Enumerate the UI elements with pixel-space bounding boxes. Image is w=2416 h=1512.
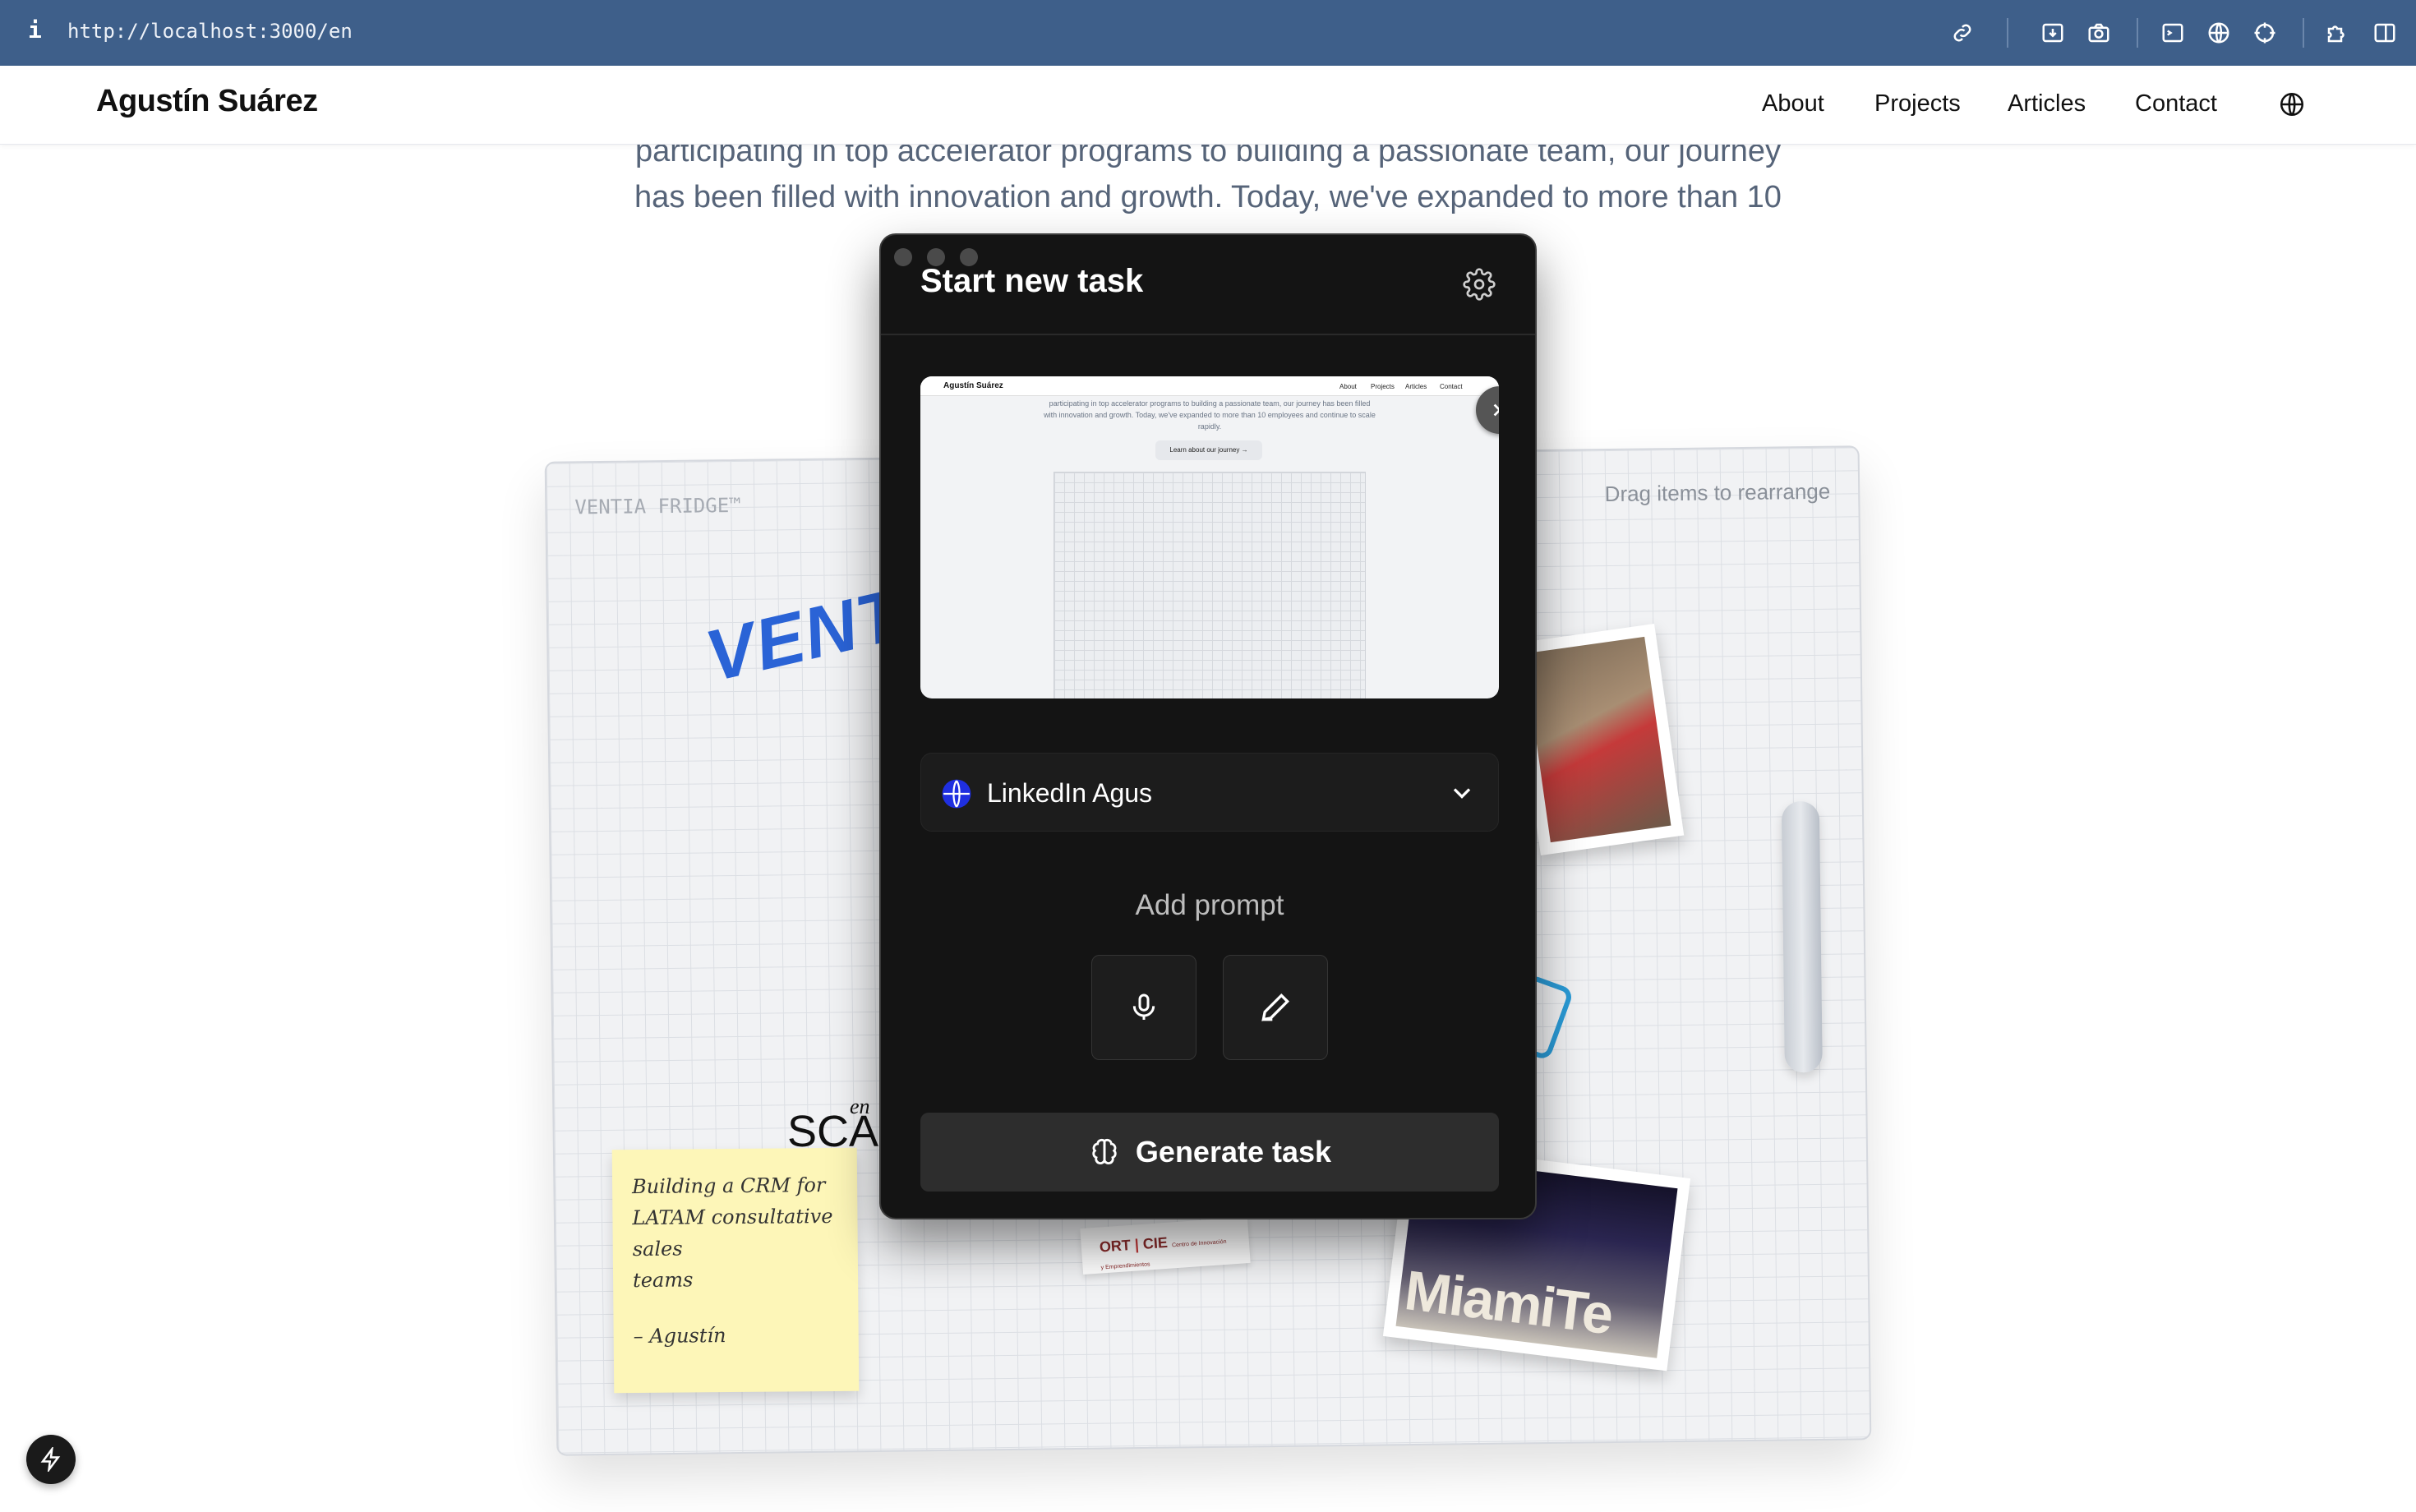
ort-label: ORT	[1099, 1236, 1132, 1256]
nav-contact[interactable]: Contact	[2135, 90, 2217, 118]
gear-icon[interactable]	[1463, 268, 1496, 301]
preview-button: Learn about our journey →	[1155, 440, 1262, 460]
nav-articles[interactable]: Articles	[2008, 90, 2086, 118]
fridge-handle	[1781, 800, 1823, 1073]
fridge-label: VENTIA FRIDGE™	[574, 493, 741, 519]
preview-text: participating in top accelerator program…	[1044, 399, 1376, 431]
microphone-icon	[1132, 993, 1155, 1020]
preview-nav-item: About	[1339, 383, 1357, 390]
crosshair-icon[interactable]	[2250, 18, 2280, 48]
generate-task-label: Generate task	[1135, 1135, 1332, 1169]
preview-board	[1054, 472, 1366, 698]
note-line: Building a CRM for	[631, 1173, 826, 1199]
url-field[interactable]: http://localhost:3000/en	[67, 20, 353, 43]
preview-header: Agustín Suárez About Projects Articles C…	[920, 376, 1499, 396]
note-line: teams	[632, 1268, 694, 1293]
bolt-icon	[40, 1447, 61, 1472]
miami-photo-text: MiamiTe	[1401, 1259, 1616, 1347]
preview-brand: Agustín Suárez	[943, 381, 1003, 390]
team-photo[interactable]	[1510, 624, 1685, 855]
sticky-note[interactable]: Building a CRM for LATAM consultative sa…	[611, 1147, 860, 1394]
generate-task-button[interactable]: Generate task	[920, 1113, 1499, 1192]
close-icon	[1493, 403, 1499, 417]
panel-title: Start new task	[920, 263, 1144, 299]
screenshot-preview: Agustín Suárez About Projects Articles C…	[920, 376, 1499, 698]
profile-select[interactable]: LinkedIn Agus	[920, 753, 1499, 832]
site-brand[interactable]: Agustín Suárez	[96, 84, 318, 119]
panel-divider	[881, 334, 1535, 335]
site-header: Agustín Suárez About Projects Articles C…	[0, 66, 2416, 145]
globe-icon[interactable]	[2204, 18, 2234, 48]
new-task-panel: Start new task Agustín Suárez About Proj…	[879, 233, 1537, 1219]
browser-toolbar: i http://localhost:3000/en	[0, 0, 2416, 66]
note-signature: – Agustín	[633, 1324, 726, 1348]
window-dot[interactable]	[894, 248, 912, 266]
toolbar-divider	[2303, 18, 2304, 48]
toolbar-divider	[2137, 18, 2138, 48]
nav-about[interactable]: About	[1762, 90, 1824, 118]
preview-nav-item: Projects	[1371, 383, 1395, 390]
cie-label: CIE	[1142, 1233, 1169, 1252]
camera-icon[interactable]	[2084, 18, 2114, 48]
info-icon[interactable]: i	[28, 16, 42, 44]
download-icon[interactable]	[2038, 18, 2068, 48]
sidebar-icon[interactable]	[2370, 18, 2400, 48]
pencil-icon	[1261, 993, 1290, 1021]
nav-projects[interactable]: Projects	[1874, 90, 1961, 118]
toolbar-divider	[2007, 18, 2008, 48]
brain-icon	[1092, 1138, 1117, 1164]
lightning-bolt-button[interactable]	[26, 1435, 76, 1484]
profile-select-value: LinkedIn Agus	[987, 778, 1153, 808]
profile-globe-icon	[941, 778, 972, 809]
text-prompt-button[interactable]	[1223, 955, 1328, 1060]
language-globe-icon[interactable]	[2278, 90, 2306, 122]
puzzle-icon[interactable]	[2322, 18, 2352, 48]
terminal-icon[interactable]	[2158, 18, 2188, 48]
voice-prompt-button[interactable]	[1091, 955, 1196, 1060]
add-prompt-label: Add prompt	[1135, 889, 1284, 921]
note-line: LATAM consultative sales	[632, 1204, 833, 1261]
preview-nav-item: Contact	[1440, 383, 1463, 390]
link-icon[interactable]	[1948, 18, 1977, 48]
hero-line-2: has been filled with innovation and grow…	[634, 180, 1782, 214]
drag-hint: Drag items to rearrange	[1604, 478, 1831, 507]
photo-image	[1524, 636, 1671, 843]
preview-nav-item: Articles	[1405, 383, 1427, 390]
chevron-down-icon	[1447, 778, 1477, 808]
